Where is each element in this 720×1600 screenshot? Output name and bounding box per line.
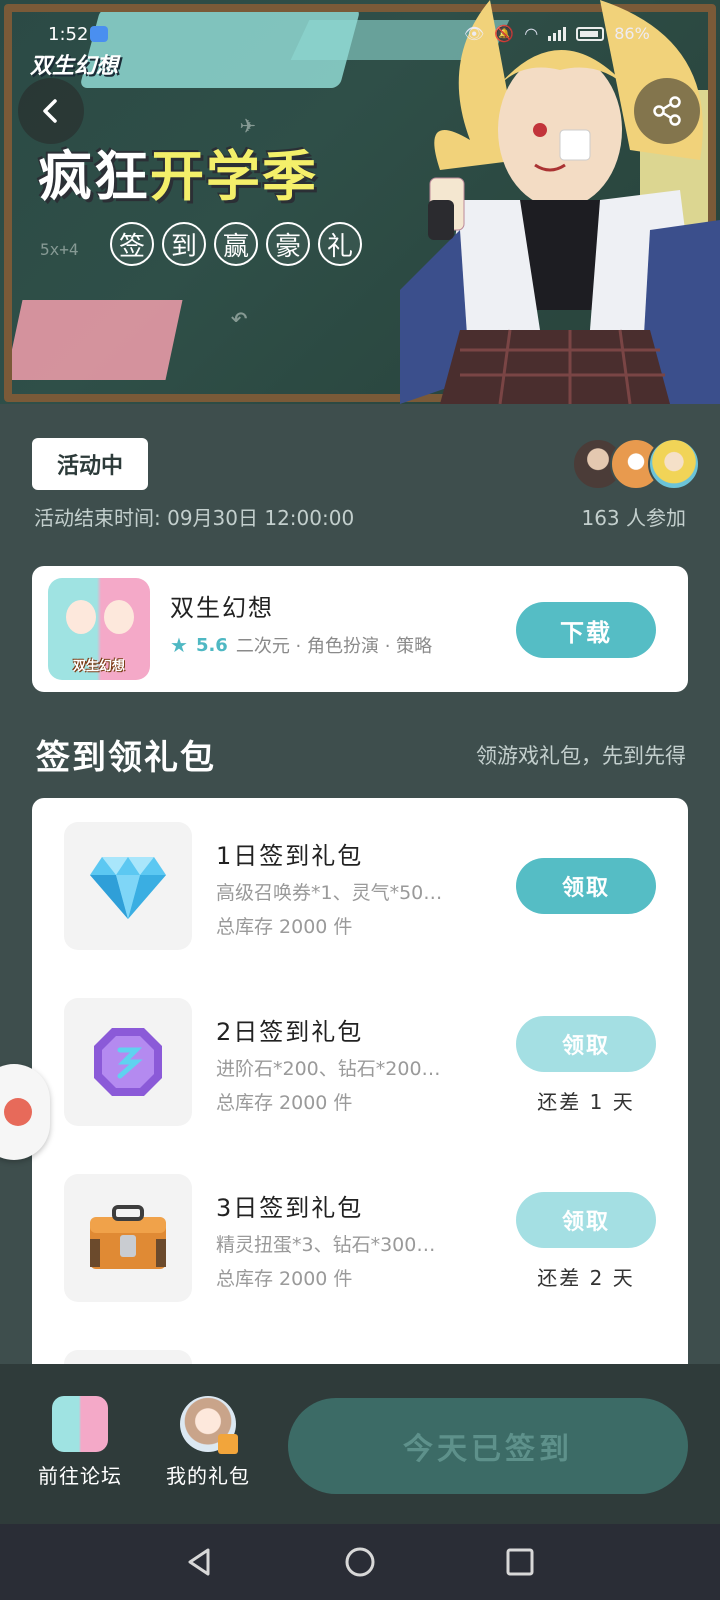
my-gifts-link[interactable]: 我的礼包: [158, 1396, 258, 1489]
gift-thumbnail: [64, 998, 192, 1126]
triangle-back-icon: [188, 1548, 210, 1576]
nav-recents-button[interactable]: [496, 1538, 544, 1586]
character-illustration: [400, 0, 720, 404]
claim-button[interactable]: 领取: [516, 1016, 656, 1072]
banner-title-part2: 开学季: [150, 145, 318, 208]
banner-title-part1: 疯狂: [38, 145, 150, 208]
notification-dot-icon: [4, 1098, 32, 1126]
banner-subtitle: 签 到 赢 豪 礼: [110, 222, 362, 266]
gift-description: 精灵扭蛋*3、钻石*300…: [216, 1234, 436, 1256]
signal-icon: [548, 26, 567, 41]
star-icon: ★: [170, 633, 188, 657]
participant-count: 163 人参加: [581, 506, 686, 530]
my-gifts-label: 我的礼包: [166, 1464, 250, 1488]
download-button[interactable]: 下载: [516, 602, 656, 658]
gift-thumbnail: [64, 822, 192, 950]
avatar: [648, 438, 700, 490]
game-app-icon: 双生幻想: [48, 578, 150, 680]
battery-level: 86%: [614, 24, 650, 43]
back-arrow-icon: [43, 99, 57, 123]
wifi-icon: ◠: [524, 24, 539, 43]
battery-icon: [576, 26, 605, 41]
eye-icon: 👁: [464, 24, 485, 43]
event-status-badge: 活动中: [32, 438, 148, 490]
nav-home-button[interactable]: [336, 1538, 384, 1586]
subtitle-char: 豪: [266, 222, 310, 266]
list-item: 1日签到礼包 高级召唤券*1、灵气*50… 总库存 2000 件 领取: [32, 822, 688, 952]
forum-label: 前往论坛: [38, 1464, 122, 1488]
my-gifts-icon: [180, 1396, 238, 1454]
status-icons: 👁 🔕 ◠ 86%: [464, 24, 650, 43]
square-recents-icon: [506, 1548, 534, 1576]
gift-thumbnail: [64, 1174, 192, 1302]
claim-button[interactable]: 领取: [516, 1192, 656, 1248]
app-name: 双生幻想: [170, 594, 274, 622]
participant-avatars[interactable]: [572, 438, 700, 490]
gift-description: 高级召唤券*1、灵气*50…: [216, 882, 443, 904]
game-forum-icon: [52, 1396, 108, 1452]
floating-assistant-bubble[interactable]: [0, 1064, 50, 1160]
list-item: 2日签到礼包 进阶石*200、钻石*200… 总库存 2000 件 领取 还差 …: [32, 998, 688, 1128]
subtitle-char: 签: [110, 222, 154, 266]
gift-stock: 总库存 2000 件: [216, 1268, 353, 1290]
section-subtitle: 领游戏礼包，先到先得: [476, 744, 686, 768]
days-remaining: 还差 1 天: [537, 1090, 635, 1114]
treasure-chest-icon: [90, 1205, 166, 1269]
section-title: 签到领礼包: [36, 738, 216, 778]
event-end-time: 活动结束时间: 09月30日 12:00:00: [34, 506, 355, 530]
bottom-action-bar: 前往论坛 我的礼包 今天已签到: [0, 1364, 720, 1524]
game-app-card[interactable]: 双生幻想 双生幻想 ★ 5.6 二次元 · 角色扮演 · 策略 下载: [32, 566, 688, 692]
subtitle-char: 礼: [318, 222, 362, 266]
circle-home-icon: [345, 1547, 375, 1577]
claim-button[interactable]: 领取: [516, 858, 656, 914]
game-logo: 双生幻想: [30, 54, 119, 79]
gem-stone-icon: [94, 1028, 162, 1096]
app-rating: 5.6: [195, 634, 228, 656]
event-banner: ✈ 5x+4 ↶ 1:52 双生幻想 👁 🔕 ◠ 86% 疯狂开学季 签 到 赢…: [0, 0, 720, 404]
banner-title: 疯狂开学季: [38, 132, 318, 211]
gift-list: 1日签到礼包 高级召唤券*1、灵气*50… 总库存 2000 件 领取 2日签到…: [32, 798, 688, 1398]
share-icon: [653, 96, 681, 126]
cloud-icon: [90, 26, 108, 42]
gift-title: 1日签到礼包: [216, 842, 364, 870]
days-remaining: 还差 2 天: [537, 1266, 635, 1290]
gift-stock: 总库存 2000 件: [216, 1092, 353, 1114]
subtitle-char: 赢: [214, 222, 258, 266]
forum-link[interactable]: 前往论坛: [30, 1396, 130, 1489]
system-nav-bar: [0, 1524, 720, 1600]
gift-title: 3日签到礼包: [216, 1194, 364, 1222]
gift-description: 进阶石*200、钻石*200…: [216, 1058, 441, 1080]
app-meta: ★ 5.6 二次元 · 角色扮演 · 策略: [170, 632, 432, 658]
gift-title: 2日签到礼包: [216, 1018, 364, 1046]
mute-icon: 🔕: [494, 24, 515, 43]
subtitle-char: 到: [162, 222, 206, 266]
gift-stock: 总库存 2000 件: [216, 916, 353, 938]
status-time: 1:52: [48, 24, 89, 45]
signed-today-button[interactable]: 今天已签到: [288, 1398, 688, 1494]
share-button[interactable]: [634, 78, 700, 144]
app-tags: 二次元 · 角色扮演 · 策略: [235, 636, 433, 657]
back-button[interactable]: [18, 78, 84, 144]
app-icon-label: 双生幻想: [72, 659, 125, 674]
list-item: 3日签到礼包 精灵扭蛋*3、钻石*300… 总库存 2000 件 领取 还差 2…: [32, 1174, 688, 1304]
diamond-icon: [90, 857, 166, 919]
nav-back-button[interactable]: [176, 1538, 224, 1586]
